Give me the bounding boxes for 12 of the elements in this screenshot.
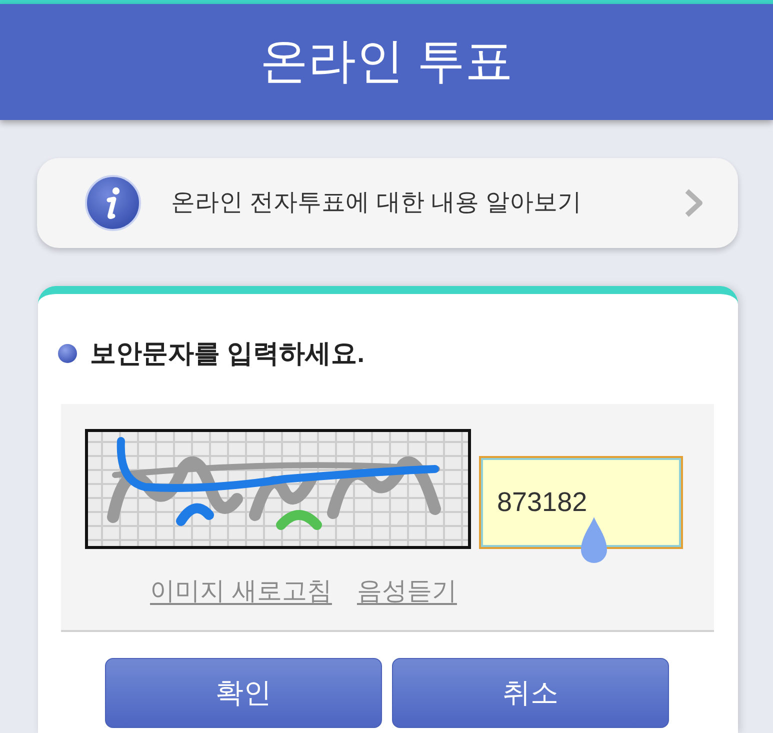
- info-link-card[interactable]: 온라인 전자투표에 대한 내용 알아보기: [37, 158, 738, 248]
- cancel-button[interactable]: 취소: [392, 658, 669, 728]
- audio-link[interactable]: 음성듣기: [356, 576, 457, 606]
- confirm-button[interactable]: 확인: [105, 658, 382, 728]
- page-title: 온라인 투표: [260, 34, 514, 90]
- bullet-icon: [58, 344, 77, 362]
- chevron-right-icon: [684, 188, 704, 218]
- section-heading: 보안문자를 입력하세요.: [90, 337, 364, 370]
- info-icon: [85, 175, 141, 231]
- text-handle-icon[interactable]: [581, 517, 607, 563]
- captcha-input[interactable]: 873182: [479, 456, 683, 549]
- refresh-image-link[interactable]: 이미지 새로고침: [150, 576, 332, 606]
